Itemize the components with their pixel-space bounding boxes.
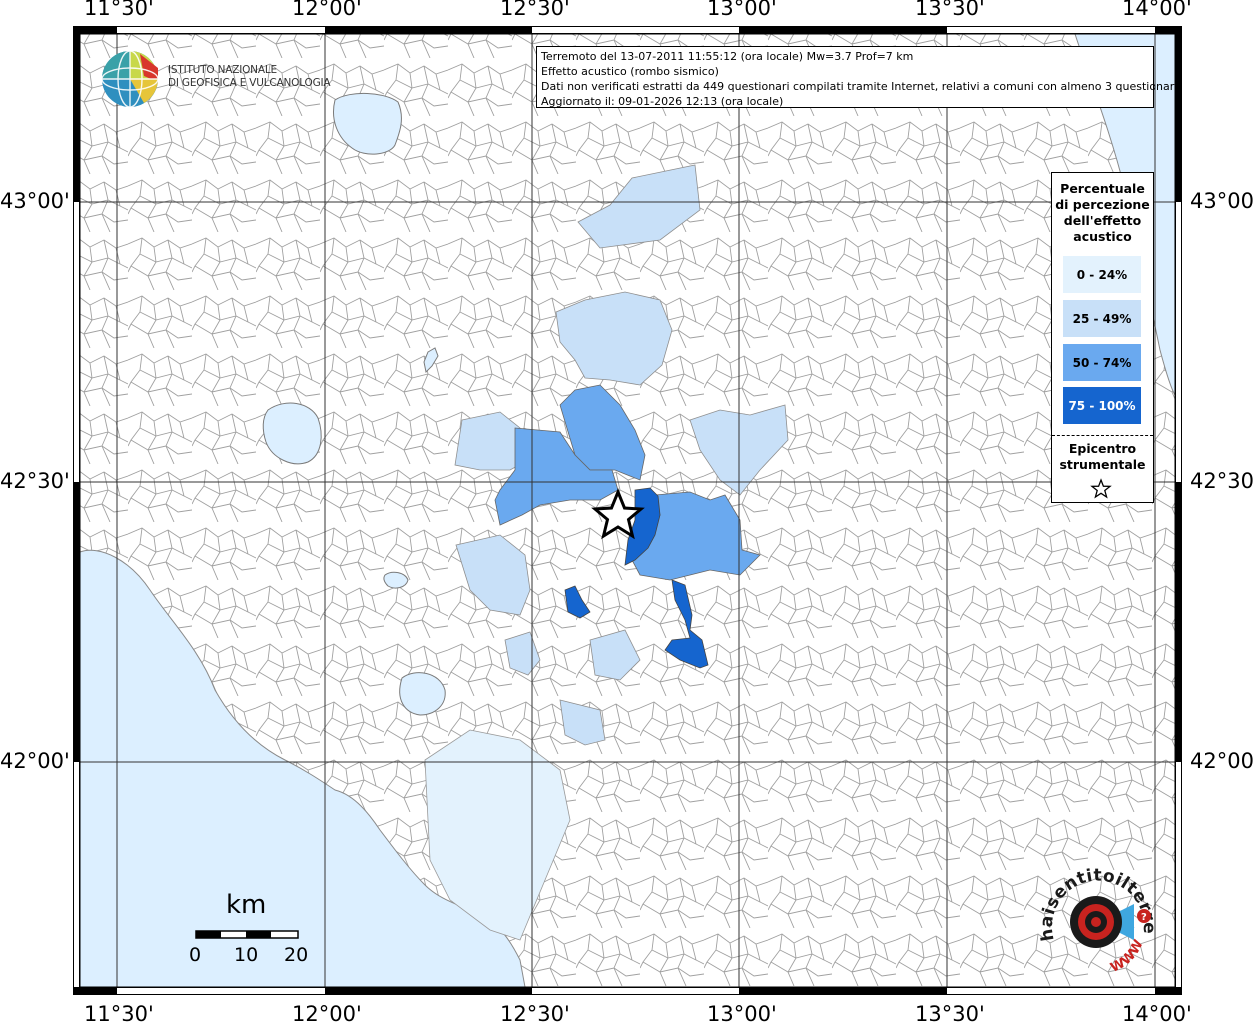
lat-tick-label: 42°00' xyxy=(0,749,70,773)
lon-tick-label: 12°30' xyxy=(500,1002,570,1026)
legend-class-50-74: 50 - 74% xyxy=(1063,344,1141,381)
lon-tick-label: 12°00' xyxy=(292,0,362,20)
lon-tick-label: 14°00' xyxy=(1122,0,1192,20)
lat-tick-label: 43°00' xyxy=(1190,189,1255,213)
lat-tick-label: 42°30' xyxy=(0,469,70,493)
star-icon xyxy=(1090,478,1112,499)
haisentito-badge: haisentitoilterremoto.it WWW. ? xyxy=(1036,862,1159,976)
data-note: Dati non verificati estratti da 449 ques… xyxy=(541,80,1181,93)
legend-title: Percentuale di percezione dell'effetto a… xyxy=(1055,181,1150,244)
event-title: Terremoto del 13-07-2011 11:55:12 (ora l… xyxy=(541,50,914,63)
ingv-logo-text: ISTITUTO NAZIONALE DI GEOFISICA E VULCAN… xyxy=(168,64,331,90)
lat-tick-label: 42°30' xyxy=(1190,469,1255,493)
lon-tick-label: 12°00' xyxy=(292,1002,362,1026)
lake-vico xyxy=(383,571,409,589)
ingv-line1: ISTITUTO NAZIONALE xyxy=(168,64,277,76)
scale-bar xyxy=(195,930,299,939)
legend-class-25-49: 25 - 49% xyxy=(1063,300,1141,337)
lon-tick-label: 13°00' xyxy=(707,1002,777,1026)
map-subject: Effetto acustico (rombo sismico) xyxy=(541,65,719,78)
svg-text:?: ? xyxy=(1141,912,1147,923)
event-info-box: Terremoto del 13-07-2011 11:55:12 (ora l… xyxy=(536,46,1181,108)
legend-class-0-24: 0 - 24% xyxy=(1063,256,1141,293)
ingv-logo xyxy=(101,50,159,108)
lon-tick-label: 11°30' xyxy=(84,1002,154,1026)
scale-label: 10 xyxy=(234,944,259,966)
scale-label: 20 xyxy=(284,944,309,966)
ingv-line2: DI GEOFISICA E VULCANOLOGIA xyxy=(168,77,331,89)
lat-tick-label: 43°00' xyxy=(0,189,70,213)
lat-tick-label: 42°00' xyxy=(1190,749,1255,773)
legend-class-75-100: 75 - 100% xyxy=(1063,387,1141,424)
legend-epicenter-label: Epicentro strumentale xyxy=(1059,441,1146,472)
lon-tick-label: 11°30' xyxy=(84,0,154,20)
lon-tick-label: 14°00' xyxy=(1122,1002,1192,1026)
lon-tick-label: 12°30' xyxy=(500,0,570,20)
update-time: Aggiornato il: 09-01-2026 12:13 (ora loc… xyxy=(541,95,784,108)
lon-tick-label: 13°30' xyxy=(915,1002,985,1026)
legend: Percentuale di percezione dell'effetto a… xyxy=(1051,172,1154,503)
legend-divider xyxy=(1052,435,1153,436)
lake-bracciano xyxy=(399,672,446,716)
lon-tick-label: 13°30' xyxy=(915,0,985,20)
lon-tick-label: 13°00' xyxy=(707,0,777,20)
scale-label: 0 xyxy=(189,944,202,966)
